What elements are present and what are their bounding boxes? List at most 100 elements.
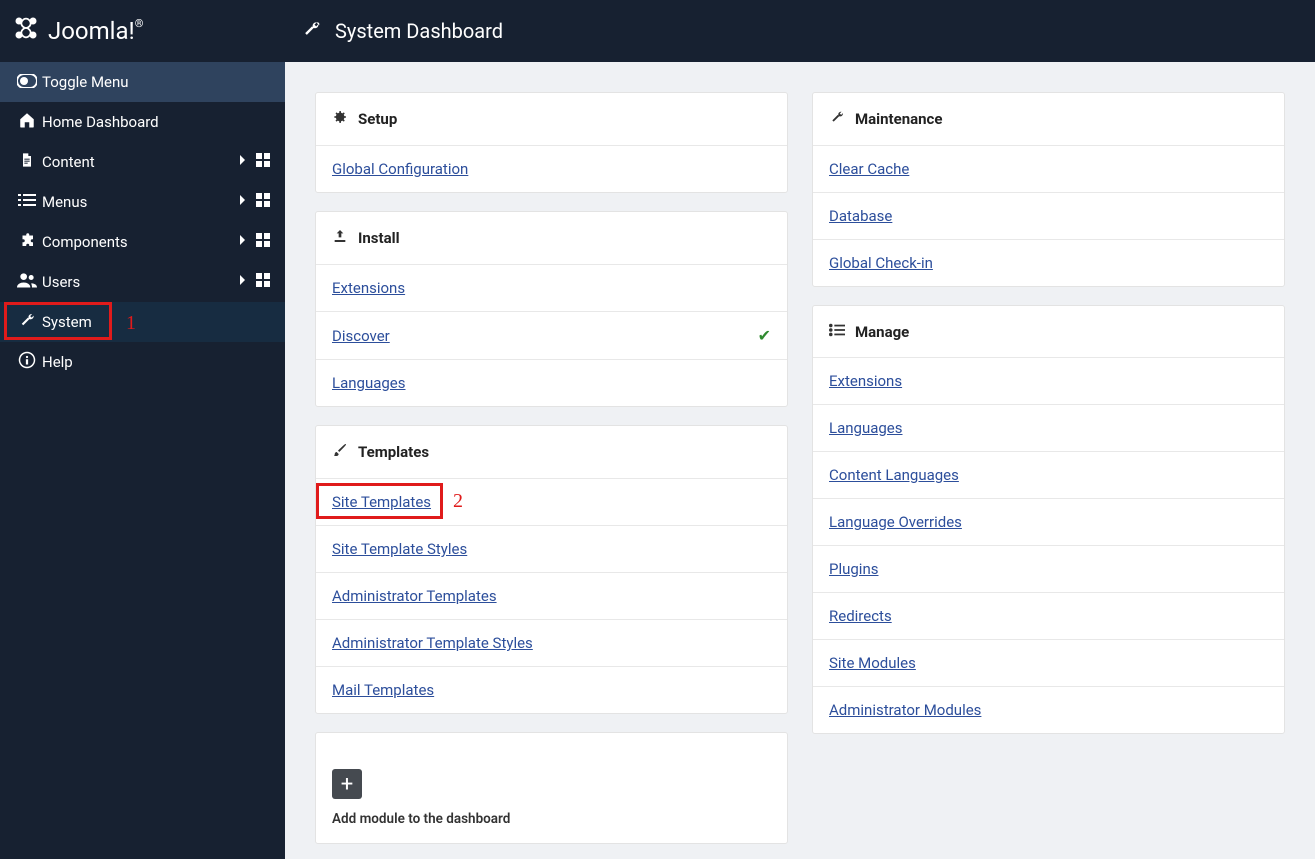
link-site-template-styles[interactable]: Site Template Styles (332, 540, 467, 558)
brand[interactable]: Joomla!® (0, 0, 285, 62)
link-administrator-template-styles[interactable]: Administrator Template Styles (332, 634, 533, 652)
card-title: Setup (358, 110, 397, 128)
sidebar-item-label: Components (42, 233, 233, 251)
wrench-icon (12, 311, 42, 333)
sidebar-item-label: Help (42, 353, 273, 371)
sidebar-item-system[interactable]: System (0, 302, 285, 342)
sidebar-item-home-dashboard[interactable]: Home Dashboard (0, 102, 285, 142)
annotation-label-2: 2 (453, 490, 463, 513)
card-link-row: Extensions (813, 357, 1284, 404)
plus-icon: + (332, 769, 362, 799)
check-icon: ✔ (758, 326, 771, 345)
add-module-card: + Add module to the dashboard (315, 732, 788, 844)
link-global-check-in[interactable]: Global Check-in (829, 254, 933, 272)
card-title: Manage (855, 323, 909, 341)
card-link-row: Site Template Styles (316, 525, 787, 572)
link-content-languages[interactable]: Content Languages (829, 466, 959, 484)
brand-text: Joomla!® (48, 17, 143, 45)
card-heading: Install (316, 212, 787, 264)
link-mail-templates[interactable]: Mail Templates (332, 681, 434, 699)
link-redirects[interactable]: Redirects (829, 607, 892, 625)
sidebar-item-users[interactable]: Users (0, 262, 285, 302)
card-link-row: Clear Cache (813, 145, 1284, 192)
puzzle-icon (12, 231, 42, 253)
link-discover[interactable]: Discover (332, 327, 390, 345)
link-languages[interactable]: Languages (829, 419, 903, 437)
sidebar: Joomla!® Toggle Menu Home Dashboard Cont… (0, 0, 285, 859)
card-setup: Setup Global Configuration (315, 92, 788, 193)
link-extensions[interactable]: Extensions (332, 279, 405, 297)
page-title: System Dashboard (335, 19, 503, 43)
card-maintenance: Maintenance Clear Cache Database Global … (812, 92, 1285, 287)
list-icon (12, 193, 42, 212)
dashboard-grid-icon[interactable] (253, 273, 273, 291)
link-extensions[interactable]: Extensions (829, 372, 902, 390)
link-administrator-modules[interactable]: Administrator Modules (829, 701, 981, 719)
card-heading: Setup (316, 93, 787, 145)
link-administrator-templates[interactable]: Administrator Templates (332, 587, 497, 605)
card-link-row: Site Modules (813, 639, 1284, 686)
toggle-icon (12, 73, 42, 92)
sidebar-item-label: System (42, 313, 273, 331)
chevron-right-icon[interactable] (233, 154, 253, 170)
card-link-row: Global Configuration (316, 145, 787, 192)
card-link-row: Database (813, 192, 1284, 239)
link-database[interactable]: Database (829, 207, 892, 225)
card-link-row: Extensions (316, 264, 787, 311)
topbar: System Dashboard (285, 0, 1315, 62)
dashboard-grid-icon[interactable] (253, 193, 273, 211)
card-manage: Manage Extensions Languages Content Lang… (812, 305, 1285, 734)
card-link-row: Content Languages (813, 451, 1284, 498)
card-link-row: Languages (813, 404, 1284, 451)
card-templates: Templates Site Templates Site Template S… (315, 425, 788, 714)
card-link-row: Administrator Templates (316, 572, 787, 619)
users-icon (12, 272, 42, 292)
content: Setup Global Configuration Install Exten… (285, 62, 1315, 859)
chevron-right-icon[interactable] (233, 234, 253, 250)
toggle-menu-label: Toggle Menu (42, 73, 273, 91)
card-title: Install (358, 229, 400, 247)
link-clear-cache[interactable]: Clear Cache (829, 160, 909, 178)
card-link-row: Administrator Template Styles (316, 619, 787, 666)
link-site-modules[interactable]: Site Modules (829, 654, 916, 672)
listul-icon (829, 322, 855, 341)
home-icon (12, 111, 42, 133)
sidebar-item-label: Content (42, 153, 233, 171)
joomla-logo-icon (12, 14, 40, 49)
card-title: Templates (358, 443, 429, 461)
card-title: Maintenance (855, 110, 942, 128)
toggle-menu[interactable]: Toggle Menu (0, 62, 285, 102)
sidebar-item-label: Home Dashboard (42, 113, 273, 131)
left-column: Setup Global Configuration Install Exten… (315, 92, 788, 829)
chevron-right-icon[interactable] (233, 194, 253, 210)
sidebar-item-components[interactable]: Components (0, 222, 285, 262)
link-languages[interactable]: Languages (332, 374, 406, 392)
dashboard-grid-icon[interactable] (253, 153, 273, 171)
sidebar-item-menus[interactable]: Menus (0, 182, 285, 222)
chevron-right-icon[interactable] (233, 274, 253, 290)
card-link-row: Plugins (813, 545, 1284, 592)
card-link-row: Site Templates (316, 478, 787, 525)
sidebar-item-content[interactable]: Content (0, 142, 285, 182)
sidebar-item-help[interactable]: Help (0, 342, 285, 382)
link-language-overrides[interactable]: Language Overrides (829, 513, 962, 531)
add-module[interactable]: + Add module to the dashboard (316, 733, 787, 843)
annotation-label-1: 1 (126, 312, 136, 335)
upload-icon (332, 228, 358, 248)
add-module-label: Add module to the dashboard (332, 811, 771, 827)
right-column: Maintenance Clear Cache Database Global … (812, 92, 1285, 829)
link-site-templates[interactable]: Site Templates (332, 493, 431, 511)
card-heading: Maintenance (813, 93, 1284, 145)
card-link-row: Global Check-in (813, 239, 1284, 286)
file-icon (12, 151, 42, 173)
card-link-row: Discover ✔ (316, 311, 787, 359)
card-heading: Templates (316, 426, 787, 478)
link-global-configuration[interactable]: Global Configuration (332, 160, 468, 178)
wrench-icon (301, 19, 321, 44)
dashboard-grid-icon[interactable] (253, 233, 273, 251)
gear-icon (332, 109, 358, 129)
main: System Dashboard Setup Global Configurat… (285, 0, 1315, 859)
link-plugins[interactable]: Plugins (829, 560, 878, 578)
card-link-row: Mail Templates (316, 666, 787, 713)
card-heading: Manage (813, 306, 1284, 357)
